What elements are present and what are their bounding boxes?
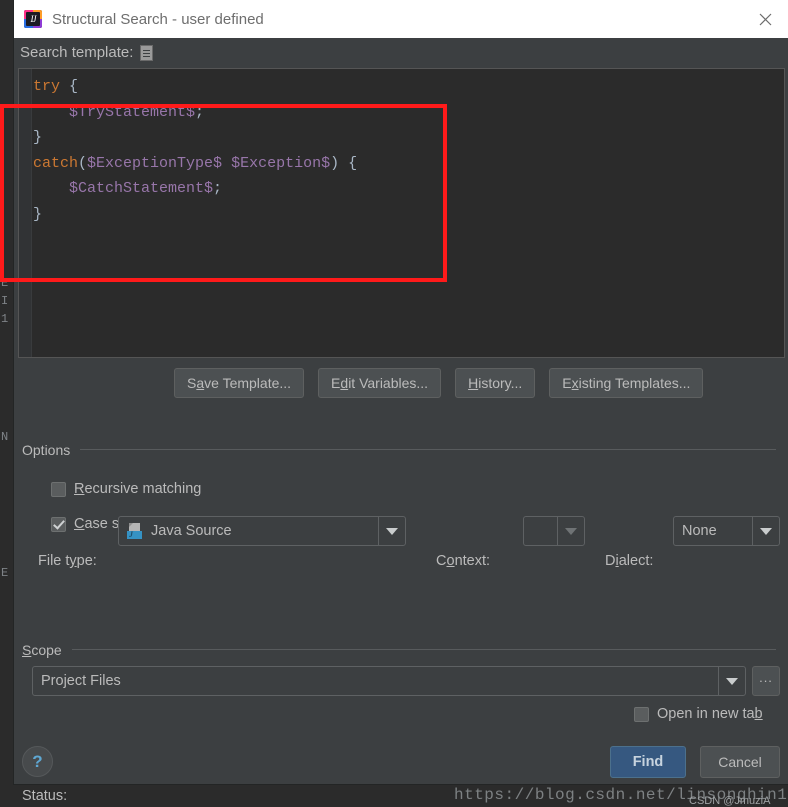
scope-dropdown-arrow[interactable] (718, 667, 745, 695)
open-in-new-tab-box[interactable] (634, 706, 649, 722)
background-text-fragment: I (1, 294, 9, 308)
search-template-editor[interactable]: try { $TryStatement$;} catch($ExceptionTy… (18, 68, 785, 358)
search-template-label: Search template: (20, 44, 134, 61)
dialog-titlebar: IJ Structural Search - user defined (14, 0, 788, 38)
scope-group-divider (72, 649, 776, 650)
context-combo[interactable] (523, 516, 585, 546)
code-token: ; (213, 180, 223, 198)
dialog-content: Search template: try { $TryStatement$;} c… (0, 38, 788, 807)
screenshot-root: E I 1 N E IJ Structural Search - user de… (0, 0, 788, 807)
open-in-new-tab-checkbox[interactable]: Open in new tab (634, 706, 763, 722)
context-label: Context: (436, 553, 491, 569)
code-line: } (33, 202, 357, 228)
code-token: $Exception$ (231, 154, 331, 172)
code-token: ; (195, 103, 205, 121)
code-line: $TryStatement$; (33, 100, 357, 126)
background-text-fragment: E (1, 276, 9, 290)
structural-search-dialog: IJ Structural Search - user defined Sear… (0, 0, 788, 807)
template-document-icon[interactable] (140, 44, 154, 61)
close-icon[interactable] (742, 0, 788, 38)
dialect-dropdown-arrow[interactable] (752, 517, 779, 545)
open-in-new-tab-label: Open in new tab (657, 706, 763, 722)
code-line: try { (33, 74, 357, 100)
cancel-button[interactable]: Cancel (700, 746, 780, 778)
context-dropdown-arrow[interactable] (557, 517, 584, 545)
background-text-fragment: 1 (1, 312, 9, 326)
dialect-value: None (682, 523, 717, 539)
code-line: } (33, 125, 357, 151)
background-text-fragment: N (1, 430, 9, 444)
code-token: $ExceptionType$ (87, 154, 223, 172)
existing-templates-button[interactable]: Existing Templates... (549, 368, 704, 398)
status-label: Status: (22, 788, 68, 804)
search-template-header: Search template: (20, 44, 154, 61)
code-line: catch($ExceptionType$ $Exception$) { (33, 151, 357, 177)
save-template-button[interactable]: Save Template... (174, 368, 305, 398)
code-token: ( (78, 154, 88, 172)
editor-gutter (19, 69, 32, 357)
java-source-file-icon: J (127, 523, 144, 539)
intellij-idea-icon: IJ (24, 10, 42, 28)
watermark-tag: CSDN @JmuziA (689, 795, 771, 807)
case-sensitive-box[interactable] (51, 516, 66, 532)
dialect-label: Dialect: (605, 553, 654, 569)
recursive-matching-label: Recursive matching (74, 481, 202, 497)
scope-group-title: Scope (22, 642, 68, 658)
history-button[interactable]: History... (455, 368, 536, 398)
file-type-value: Java Source (151, 523, 232, 539)
dialog-title: Structural Search - user defined (52, 10, 264, 28)
code-token: $TryStatement$ (69, 103, 196, 121)
options-group-divider (80, 449, 776, 450)
recursive-matching-box[interactable] (51, 481, 66, 497)
code-token: { (60, 78, 79, 95)
edit-variables-button[interactable]: Edit Variables... (318, 368, 442, 398)
code-token: catch (33, 154, 79, 172)
code-token: try (33, 78, 61, 95)
template-action-buttons: Save Template... Edit Variables... History… (174, 368, 704, 398)
scope-browse-button[interactable]: ... (752, 666, 780, 696)
code-token: } (33, 129, 43, 147)
code-line: $CatchStatement$; (33, 176, 357, 202)
scope-value: Project Files (41, 673, 121, 689)
code-token: $CatchStatement$ (69, 180, 214, 198)
file-type-value-wrap: J Java Source (119, 523, 378, 539)
background-text-fragment: E (1, 566, 9, 580)
search-template-code[interactable]: try { $TryStatement$;} catch($ExceptionTy… (33, 74, 357, 228)
dialect-combo[interactable]: None (673, 516, 780, 546)
code-token: ) { (330, 154, 358, 172)
options-group-title: Options (22, 442, 77, 458)
file-type-combo[interactable]: J Java Source (118, 516, 406, 546)
code-token: } (33, 205, 43, 223)
file-type-dropdown-arrow[interactable] (378, 517, 405, 545)
scope-combo[interactable]: Project Files (32, 666, 746, 696)
help-question-icon[interactable]: ? (22, 746, 53, 777)
recursive-matching-checkbox[interactable]: Recursive matching (51, 481, 201, 497)
file-type-label: File type: (38, 553, 97, 569)
find-button[interactable]: Find (610, 746, 686, 778)
